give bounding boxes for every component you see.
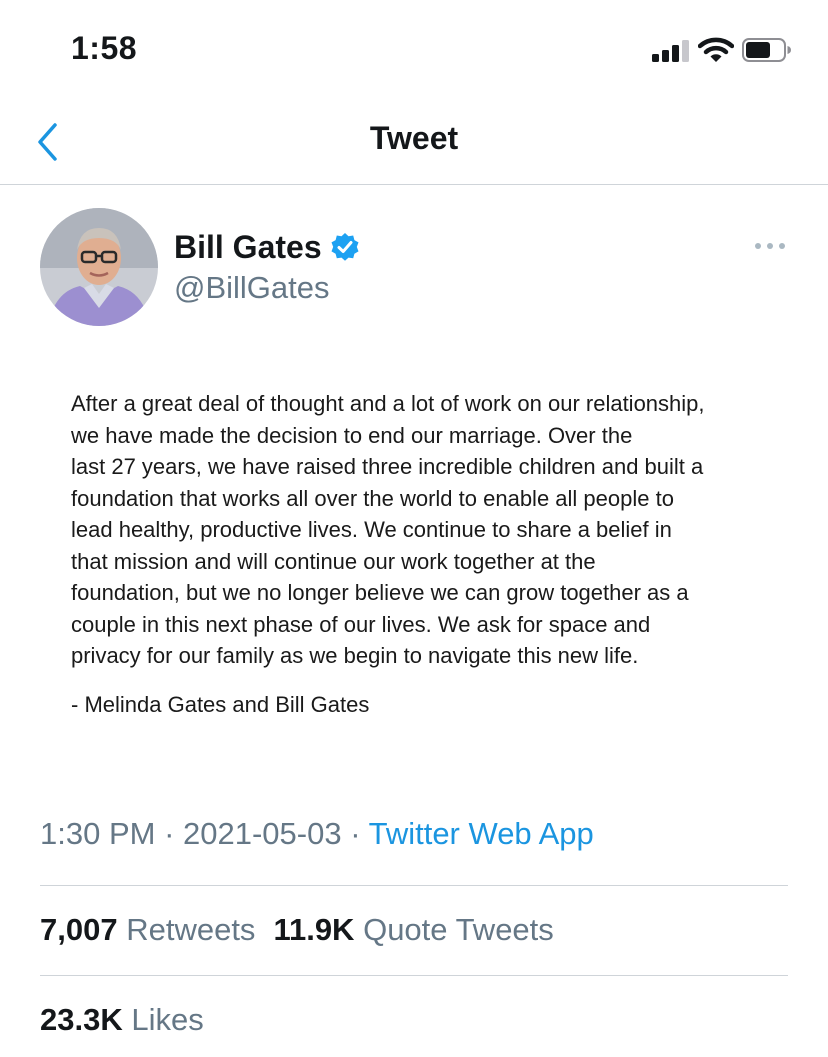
nav-bar: Tweet [0, 100, 828, 185]
tweet-line: After a great deal of thought and a lot … [71, 391, 705, 416]
divider [40, 975, 788, 976]
avatar[interactable] [40, 208, 158, 326]
tweet-time: 1:30 PM [40, 816, 156, 851]
likes-label: Likes [131, 1002, 204, 1037]
retweet-stats: 7,007 Retweets 11.9K Quote Tweets [40, 912, 554, 948]
signal-icon [652, 40, 690, 62]
wifi-icon [698, 37, 734, 62]
tweet-line: last 27 years, we have raised three incr… [71, 454, 704, 479]
page-title: Tweet [369, 120, 459, 156]
likes-count: 23.3K [40, 1002, 123, 1037]
tweet-line: lead healthy, productive lives. We conti… [71, 517, 672, 542]
author-handle[interactable]: @BillGates [174, 270, 330, 306]
retweets-link[interactable]: 7,007 Retweets [40, 912, 255, 947]
author-name[interactable]: Bill Gates [174, 229, 322, 266]
quote-tweets-link[interactable]: 11.9K Quote Tweets [273, 912, 553, 947]
tweet-signature: - Melinda Gates and Bill Gates [71, 692, 370, 717]
tweet-line: couple in this next phase of our lives. … [71, 611, 651, 637]
verified-badge-icon [331, 233, 359, 261]
tweet-timestamp: 1:30 PM · 2021-05-03 · Twitter Web App [40, 816, 594, 852]
tweet-line: privacy for our family as we begin to na… [71, 643, 639, 668]
tweet-date: 2021-05-03 [183, 816, 342, 851]
likes-link[interactable]: 23.3K Likes [40, 1002, 204, 1037]
retweets-label: Retweets [126, 912, 256, 947]
tweet-line: that mission and will continue our work … [71, 548, 596, 574]
more-icon[interactable] [752, 236, 788, 256]
tweet-text: After a great deal of thought and a lot … [71, 388, 791, 672]
retweets-count: 7,007 [40, 912, 118, 947]
battery-icon [742, 38, 791, 62]
tweet-source-link[interactable]: Twitter Web App [369, 816, 594, 851]
tweet-line: we have made the decision to end our mar… [71, 422, 633, 448]
status-time: 1:58 [71, 30, 138, 66]
tweet-line: foundation that works all over the world… [71, 485, 674, 511]
meta-separator: · [155, 816, 184, 851]
quote-tweets-label: Quote Tweets [363, 912, 554, 947]
status-bar: 1:58 [0, 0, 828, 100]
like-stats: 23.3K Likes [40, 1002, 204, 1038]
meta-separator: · [341, 816, 369, 851]
tweet-line: foundation, but we no longer believe we … [71, 580, 689, 605]
quote-tweets-count: 11.9K [273, 912, 355, 947]
divider [40, 885, 788, 886]
author-name-row[interactable]: Bill Gates [174, 226, 360, 268]
